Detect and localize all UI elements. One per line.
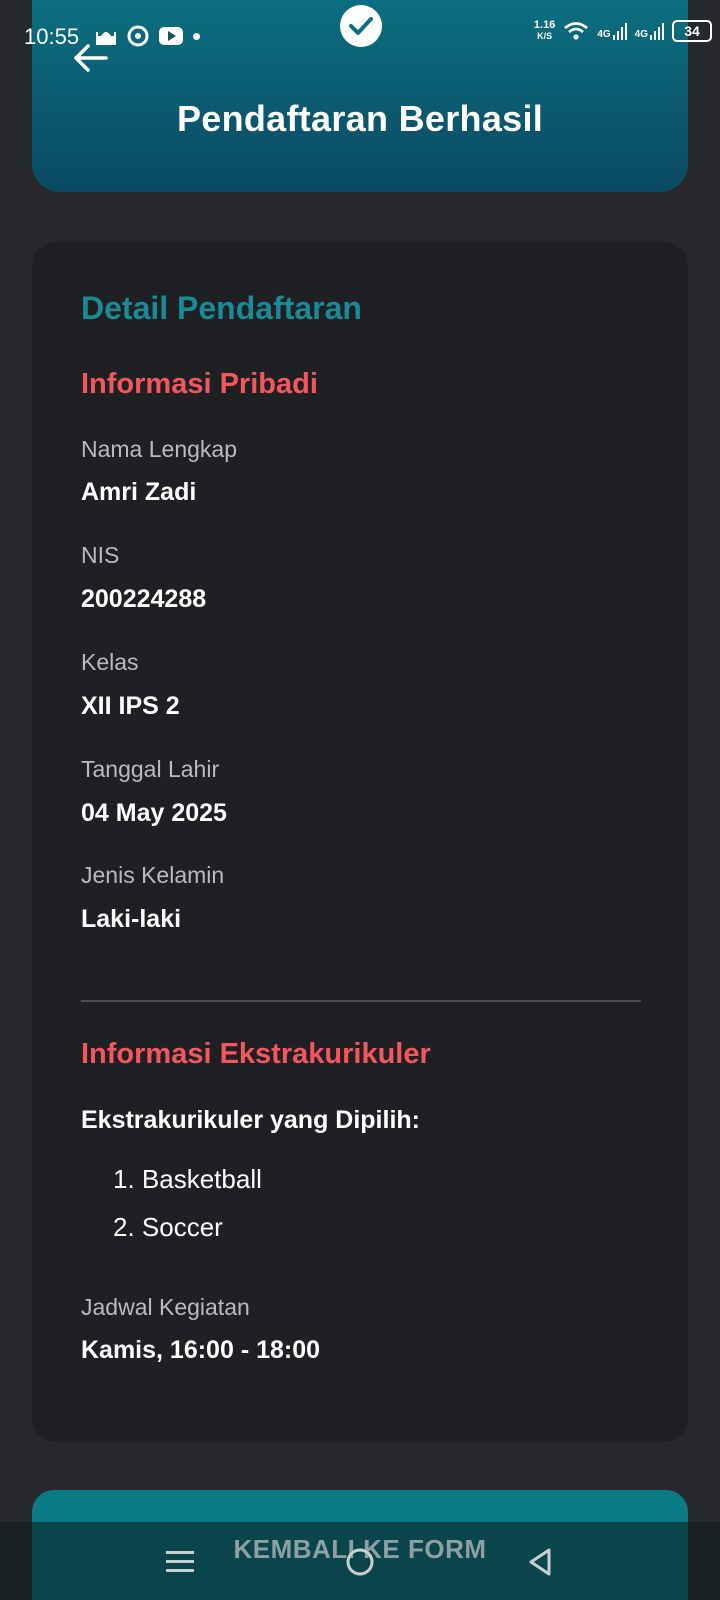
home-circle-icon: [346, 1548, 374, 1576]
menu-icon: [166, 1551, 194, 1572]
field-value-name: Amri Zadi: [81, 478, 197, 506]
field-value-schedule: Kamis, 16:00 - 18:00: [81, 1336, 321, 1364]
status-time: 10:55: [24, 24, 80, 49]
field-label-nis: NIS: [81, 542, 120, 568]
triangle-back-icon: [529, 1548, 551, 1576]
field-label-gender: Jenis Kelamin: [81, 862, 225, 888]
nav-menu-button[interactable]: [158, 1540, 202, 1584]
extracurricular-info-title: Informasi Ekstrakurikuler: [81, 1038, 431, 1070]
personal-info-title: Informasi Pribadi: [81, 368, 318, 400]
section-divider: [81, 1000, 641, 1002]
nav-back-button[interactable]: [518, 1540, 562, 1584]
list-item: 2. Soccer: [113, 1212, 223, 1242]
screen: Pendaftaran Berhasil 10:55 1.16 K/S 4G 4…: [0, 0, 720, 1600]
field-value-birthdate: 04 May 2025: [81, 799, 227, 827]
field-label-schedule: Jadwal Kegiatan: [81, 1294, 250, 1320]
chosen-extracurricular-label: Ekstrakurikuler yang Dipilih:: [81, 1106, 420, 1134]
field-label-name: Nama Lengkap: [81, 436, 237, 462]
page-title: Pendaftaran Berhasil: [176, 98, 544, 139]
field-value-nis: 200224288: [81, 585, 207, 613]
list-item: 1. Basketball: [113, 1164, 262, 1194]
field-label-birthdate: Tanggal Lahir: [81, 756, 220, 782]
registration-detail-card: Detail Pendaftaran Informasi Pribadi Nam…: [32, 242, 688, 1442]
nav-home-button[interactable]: [338, 1540, 382, 1584]
card-title: Detail Pendaftaran: [81, 290, 362, 326]
app-header: [32, 0, 688, 192]
field-value-class: XII IPS 2: [81, 692, 180, 720]
field-value-gender: Laki-laki: [81, 905, 182, 933]
field-label-class: Kelas: [81, 649, 139, 675]
